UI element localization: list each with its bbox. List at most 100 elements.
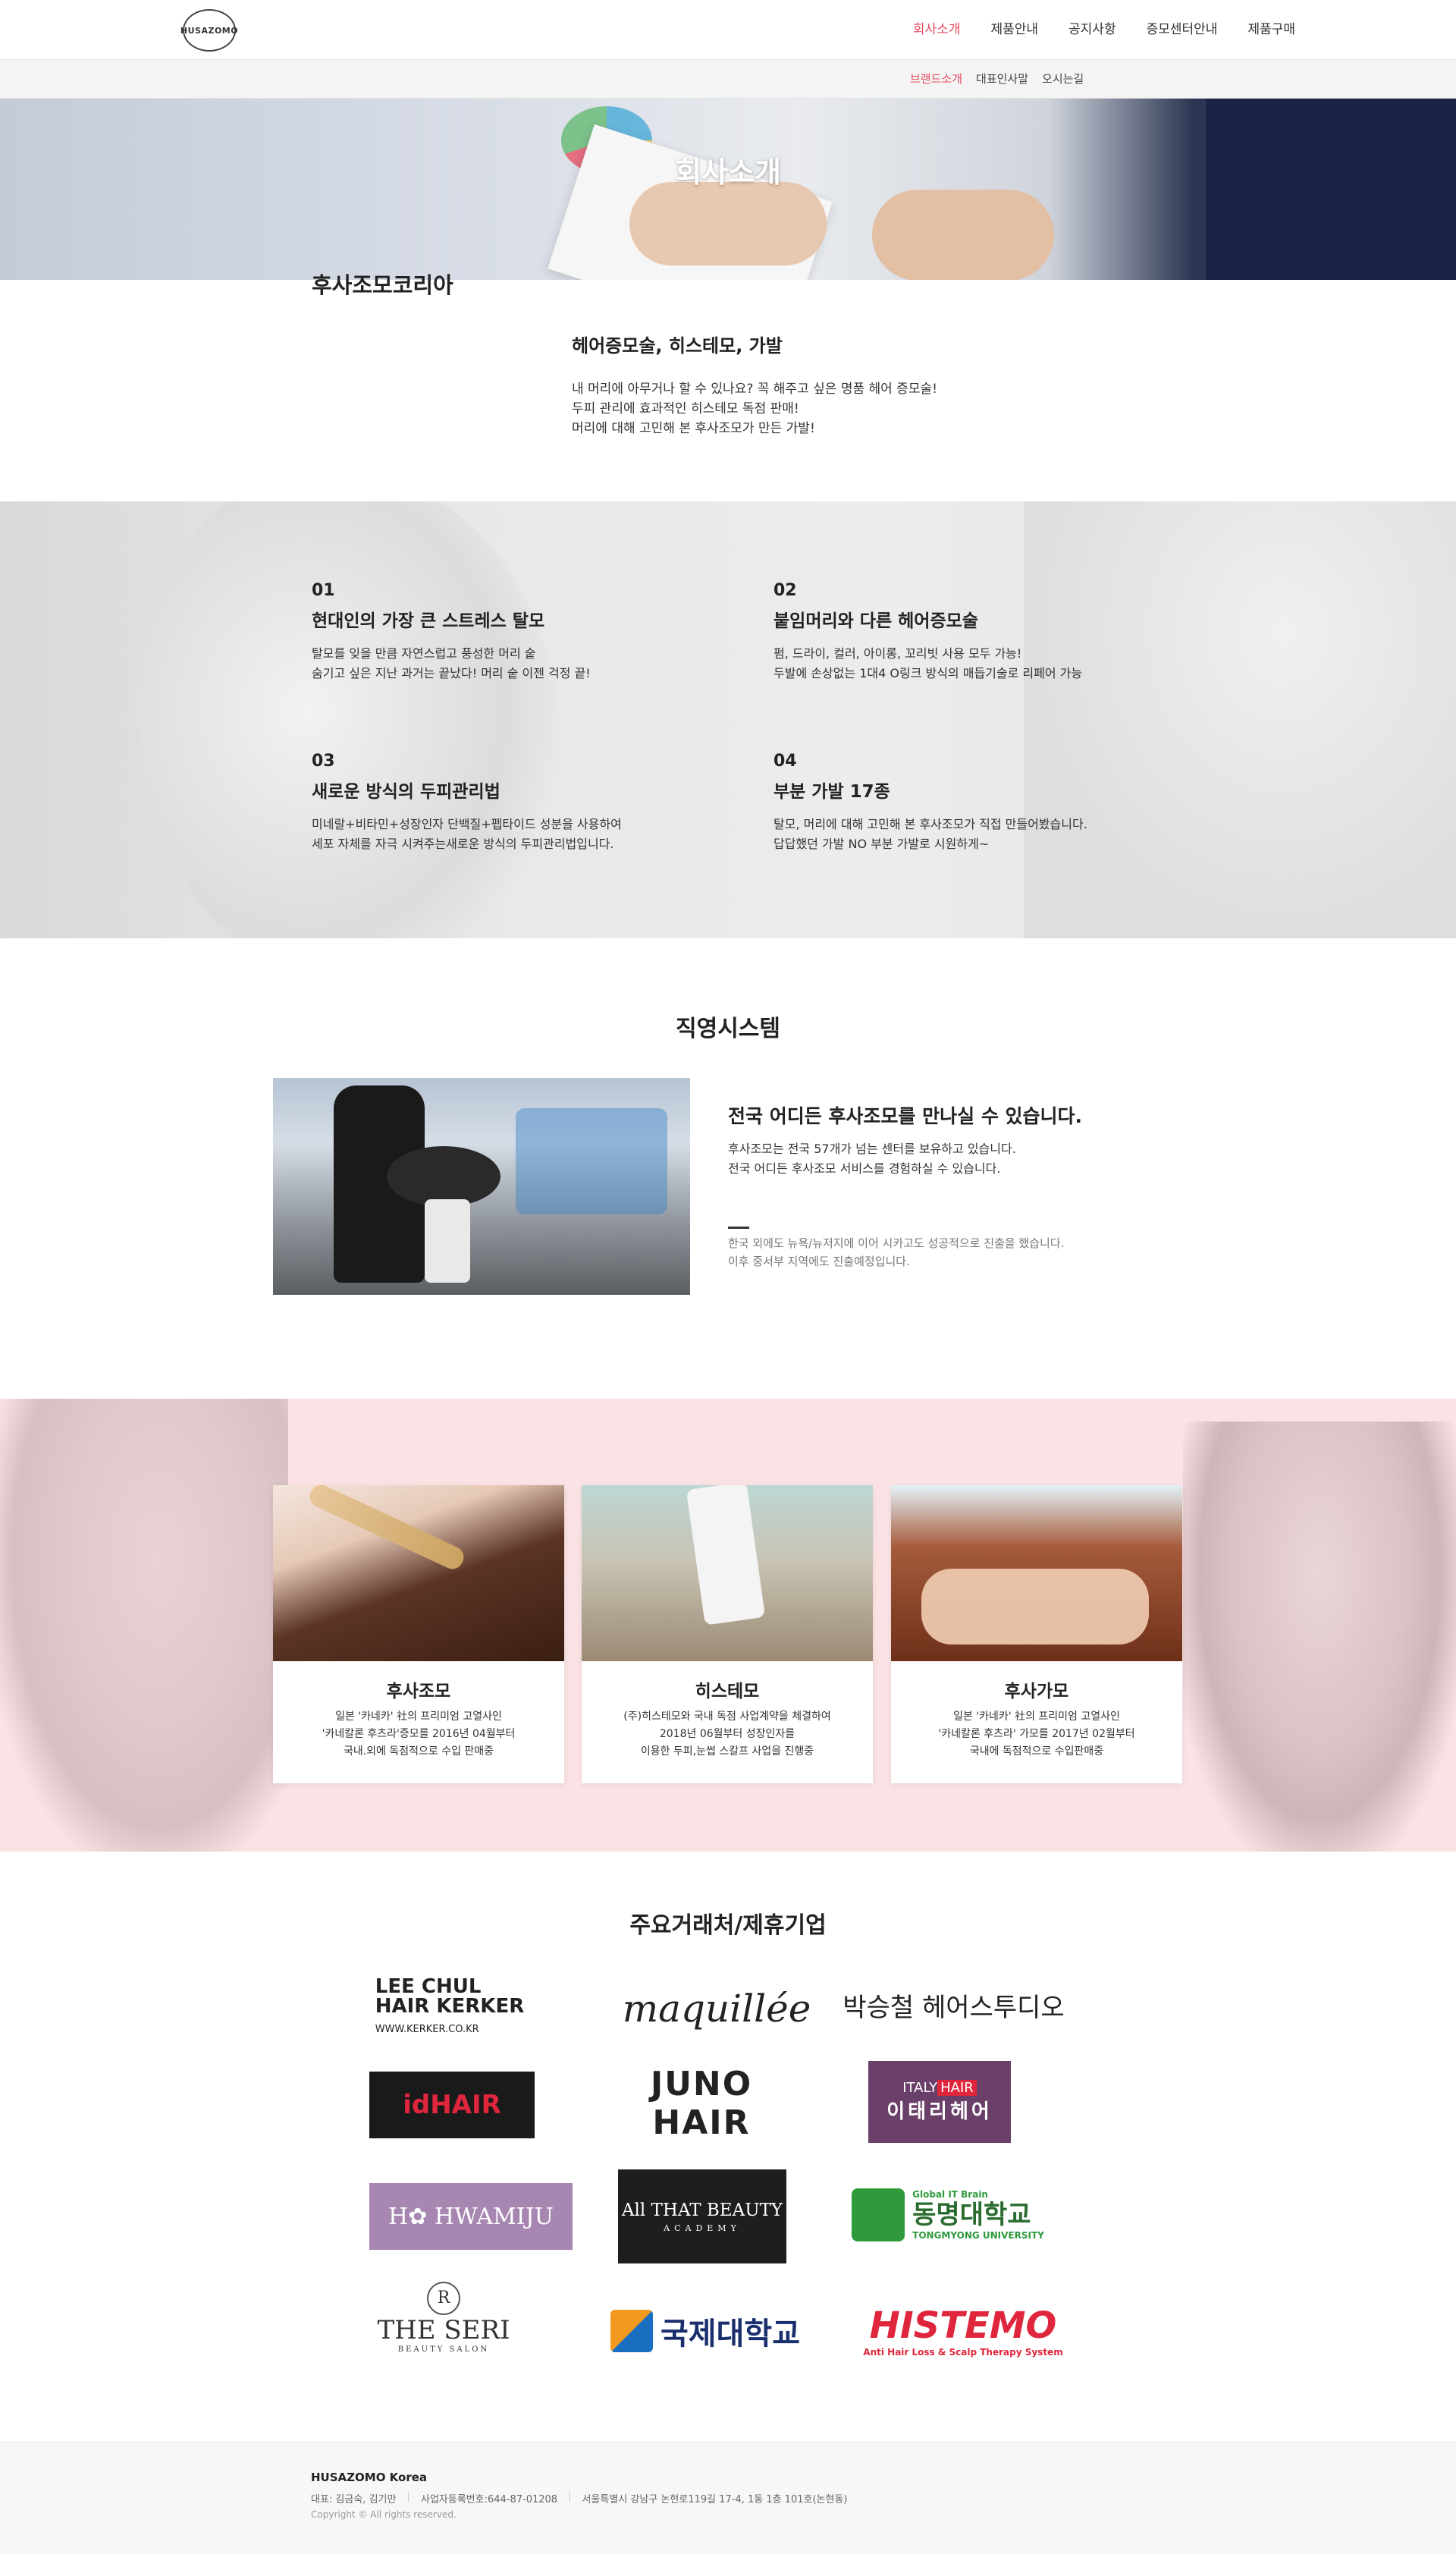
feature-line: 펌, 드라이, 컬러, 아이롱, 꼬리빗 사용 모두 가능!	[774, 646, 1022, 661]
partner-logo-park[interactable]: 박승철 헤어스투디오	[819, 1978, 1088, 2031]
hair-background-image	[1024, 501, 1456, 938]
product-desc-line: 국내에 독점적으로 수입판매중	[969, 1745, 1104, 1758]
subnav-greeting[interactable]: 대표인사말	[976, 60, 1028, 99]
scalp-device-image	[686, 1485, 766, 1626]
needle-tool-image	[306, 1485, 468, 1573]
product-desc-line: 이용한 두피,눈썹 스칼프 사업을 진행중	[640, 1745, 814, 1758]
sub-nav: 브랜드소개 대표인사말 오시는길	[910, 60, 1084, 99]
site-footer: HUSAZOMO Korea 대표: 김금숙, 김기만 | 사업자등록번호:64…	[0, 2442, 1456, 2554]
site-logo[interactable]: HUSAZOMO	[180, 9, 239, 52]
hair-extension-image	[921, 1569, 1149, 1645]
about-heading: 헤어증모술, 히스테모, 가발	[572, 335, 783, 357]
system-line: 후사조모는 전국 57개가 넘는 센터를 보유하고 있습니다.	[728, 1142, 1016, 1156]
system-note: 한국 외에도 뉴욕/뉴저지에 이어 시카고도 성공적으로 진출을 했습니다. 이…	[728, 1234, 1064, 1271]
feature-number: 01	[312, 581, 335, 600]
partner-logo-idhair[interactable]: idHAIR	[369, 2072, 535, 2138]
product-desc-line: '카네칼론 후츠라'증모를 2016년 04월부터	[322, 1728, 516, 1740]
feature-line: 숨기고 싶은 지난 과거는 끝났다! 머리 숱 이젠 걱정 끝!	[312, 666, 591, 680]
nav-item-center[interactable]: 증모센터안내	[1131, 0, 1233, 60]
feature-number: 02	[774, 581, 797, 600]
tongmyong-logo-en: TONGMYONG UNIVERSITY	[912, 2230, 1044, 2241]
idhair-logo-hair: HAIR	[430, 2090, 501, 2120]
italyhair-logo-hair: HAIR	[937, 2080, 977, 2096]
product-desc: 일본 '카네카' 社의 프리미엄 고열사인 '카네칼론 후츠라'증모를 2016…	[273, 1708, 564, 1761]
partner-logo-histemo[interactable]: HISTEMO Anti Hair Loss & Scalp Therapy S…	[853, 2298, 1073, 2363]
partner-logo-tongmyong[interactable]: Global IT Brain 동명대학교 TONGMYONG UNIVERSI…	[849, 2181, 1046, 2249]
system-note-line: 이후 중서부 지역에도 진출예정입니다.	[728, 1255, 910, 1268]
product-image	[273, 1485, 564, 1661]
footer-separator: |	[568, 2491, 572, 2502]
product-desc-line: 국내.외에 독점적으로 수입 판매중	[343, 1745, 494, 1758]
features-section	[0, 501, 1456, 938]
partner-logo-allthatbeauty[interactable]: All THAT BEAUTY ACADEMY	[618, 2169, 786, 2263]
about-line: 머리에 대해 고민해 본 후사조모가 만든 가발!	[572, 421, 815, 436]
salon-chair-image	[387, 1146, 500, 1207]
tongmyong-mark-icon	[852, 2188, 905, 2241]
partners-section-title: 주요거래처/제휴기업	[629, 1912, 827, 1939]
nav-item-notice[interactable]: 공지사항	[1053, 0, 1131, 60]
tongmyong-logo-kr: 동명대학교	[912, 2200, 1031, 2230]
feature-item: 03 새로운 방식의 두피관리법 미네랄+비타민+성장인자 단백질+펩타이드 성…	[312, 752, 721, 854]
product-desc-line: 2018년 06월부터 성장인자를	[659, 1728, 795, 1740]
allthat-logo-sub: ACADEMY	[664, 2223, 741, 2233]
partner-logo-hwamiju[interactable]: H✿ HWAMIJU	[369, 2183, 573, 2250]
woman-left-image	[0, 1399, 288, 1852]
logo-text: HUSAZOMO	[180, 25, 239, 36]
product-desc: (주)히스테모와 국내 독점 사업계약을 체결하여 2018년 06월부터 성장…	[582, 1708, 873, 1761]
kukje-logo-text: 국제대학교	[661, 2316, 800, 2351]
page-title: 회사소개	[675, 156, 781, 189]
subnav-location[interactable]: 오시는길	[1042, 60, 1084, 99]
feature-line: 답답했던 가발 NO 부분 가발로 시원하게~	[774, 837, 990, 851]
partner-logo-kukje[interactable]: 국제대학교	[599, 2302, 811, 2359]
feature-text: 탈모를 잊을 만큼 자연스럽고 풍성한 머리 숱 숨기고 싶은 지난 과거는 끝…	[312, 644, 721, 683]
salon-window-image	[516, 1108, 667, 1214]
feature-line: 미네랄+비타민+성장인자 단백질+펩타이드 성분을 사용하여	[312, 817, 622, 831]
product-card-husagamo[interactable]: 후사가모 일본 '카네카' 社의 프리미엄 고열사인 '카네칼론 후츠라' 가모…	[891, 1485, 1182, 1783]
partner-logo-juno[interactable]: JUNO HAIR	[599, 2065, 804, 2142]
subnav-brand[interactable]: 브랜드소개	[910, 60, 962, 99]
italyhair-logo-kr: 이태리헤어	[886, 2100, 993, 2123]
system-line: 전국 어디든 후사조모 서비스를 경험하실 수 있습니다.	[728, 1161, 1001, 1176]
nav-item-about[interactable]: 회사소개	[898, 0, 976, 60]
nav-item-products[interactable]: 제품안내	[975, 0, 1053, 60]
theseri-logo-text: THE SERI	[377, 2314, 510, 2345]
partner-logo-italyhair[interactable]: ITALY HAIR 이태리헤어	[868, 2061, 1011, 2143]
salon-chair-base-image	[425, 1199, 470, 1283]
hero-hand-image	[629, 182, 827, 265]
hwamiju-logo-text: H✿ HWAMIJU	[388, 2203, 554, 2230]
kukje-mark-icon	[610, 2309, 653, 2352]
feature-title: 붙임머리와 다른 헤어증모술	[774, 611, 978, 631]
product-card-husazomo[interactable]: 후사조모 일본 '카네카' 社의 프리미엄 고열사인 '카네칼론 후츠라'증모를…	[273, 1485, 564, 1783]
feature-line: 탈모, 머리에 대해 고민해 본 후사조모가 직접 만들어봤습니다.	[774, 817, 1087, 831]
feature-text: 탈모, 머리에 대해 고민해 본 후사조모가 직접 만들어봤습니다. 답답했던 …	[774, 815, 1183, 854]
maquillee-logo-text: maquillée	[622, 1987, 811, 2031]
kerker-logo-top: LEE CHUL	[375, 1974, 482, 1998]
partner-logo-theseri[interactable]: R THE SERI BEAUTY SALON	[364, 2272, 523, 2363]
hero-banner: 회사소개	[0, 99, 1456, 280]
product-title: 후사조모	[386, 1682, 451, 1701]
kerker-logo-text: LEE CHUL HAIR KERKER WWW.KERKER.CO.KR	[375, 1977, 525, 2040]
brand-name: 후사조모코리아	[312, 272, 453, 298]
partner-logo-kerker[interactable]: LEE CHUL HAIR KERKER WWW.KERKER.CO.KR	[374, 1974, 526, 2042]
sub-nav-bar: 브랜드소개 대표인사말 오시는길	[0, 60, 1456, 99]
feature-title: 새로운 방식의 두피관리법	[312, 782, 500, 802]
footer-biz-number: 사업자등록번호:644-87-01208	[420, 2494, 558, 2505]
product-desc-line: 일본 '카네카' 社의 프리미엄 고열사인	[335, 1711, 502, 1723]
main-nav: 회사소개 제품안내 공지사항 증모센터안내 제품구매	[898, 0, 1310, 60]
feature-title: 현대인의 가장 큰 스트레스 탈모	[312, 611, 545, 631]
hero-hand2-image	[872, 190, 1054, 280]
idhair-logo-id: id	[403, 2090, 431, 2120]
idhair-logo-text: idHAIR	[403, 2090, 501, 2120]
feature-item: 04 부분 가발 17종 탈모, 머리에 대해 고민해 본 후사조모가 직접 만…	[774, 752, 1183, 854]
park-logo-text: 박승철 헤어스투디오	[843, 1992, 1065, 2023]
product-desc-line: '카네칼론 후츠라' 가모를 2017년 02월부터	[938, 1728, 1135, 1740]
about-line: 내 머리에 아무거나 할 수 있나요? 꼭 해주고 싶은 명품 헤어 증모술!	[572, 382, 937, 397]
footer-info: 대표: 김금숙, 김기만 | 사업자등록번호:644-87-01208 | 서울…	[311, 2491, 847, 2505]
nav-item-shop[interactable]: 제품구매	[1232, 0, 1310, 60]
feature-item: 02 붙임머리와 다른 헤어증모술 펌, 드라이, 컬러, 아이롱, 꼬리빗 사…	[774, 581, 1183, 683]
footer-ceo: 대표: 김금숙, 김기만	[311, 2494, 397, 2505]
partner-logo-maquillee[interactable]: maquillée	[607, 1978, 827, 2039]
italyhair-logo-top: ITALY HAIR	[902, 2080, 977, 2096]
top-header: HUSAZOMO 회사소개 제품안내 공지사항 증모센터안내 제품구매	[0, 0, 1456, 60]
product-card-histemo[interactable]: 히스테모 (주)히스테모와 국내 독점 사업계약을 체결하여 2018년 06월…	[582, 1485, 873, 1783]
